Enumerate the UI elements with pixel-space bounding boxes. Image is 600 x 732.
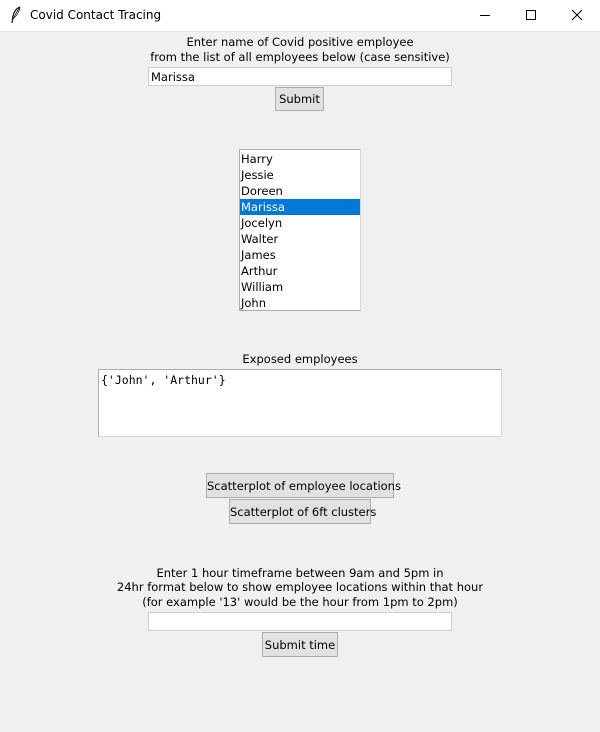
- time-prompt-line-2: 24hr format below to show employee locat…: [116, 580, 484, 594]
- employee-list-item[interactable]: John: [240, 295, 360, 311]
- employee-list-item[interactable]: Walter: [240, 231, 360, 247]
- employee-list-item[interactable]: Arthur: [240, 263, 360, 279]
- employee-list-item[interactable]: Marissa: [240, 199, 360, 215]
- feather-icon: [10, 6, 22, 24]
- maximize-button[interactable]: [508, 0, 554, 31]
- minimize-icon: [480, 15, 490, 16]
- window-title: Covid Contact Tracing: [30, 8, 162, 22]
- employee-name-input[interactable]: [148, 67, 452, 86]
- close-icon: [571, 9, 583, 21]
- exposed-employees-label: Exposed employees: [242, 352, 358, 366]
- time-prompt-line-3: (for example '13' would be the hour from…: [142, 595, 458, 609]
- submit-time-button[interactable]: Submit time: [262, 632, 338, 657]
- maximize-icon: [526, 10, 536, 20]
- employee-list-item[interactable]: Doreen: [240, 183, 360, 199]
- employee-list-item[interactable]: Harry: [240, 151, 360, 167]
- employee-list-item[interactable]: Jocelyn: [240, 215, 360, 231]
- submit-button[interactable]: Submit: [275, 87, 324, 111]
- time-prompt-line-1: Enter 1 hour timeframe between 9am and 5…: [156, 566, 444, 580]
- exposed-employees-textbox[interactable]: {'John', 'Arthur'}: [98, 369, 502, 437]
- minimize-button[interactable]: [462, 0, 508, 31]
- title-bar[interactable]: Covid Contact Tracing: [0, 0, 600, 32]
- employee-listbox[interactable]: Harry Jessie Doreen Marissa Jocelyn Walter Jam…: [239, 149, 361, 311]
- employee-list-item[interactable]: William: [240, 279, 360, 295]
- scatterplot-clusters-button[interactable]: Scatterplot of 6ft clusters: [229, 499, 376, 524]
- timeframe-input[interactable]: [148, 612, 452, 631]
- close-button[interactable]: [554, 0, 600, 31]
- employee-list-item[interactable]: James: [240, 247, 360, 263]
- employee-prompt-line-1: Enter name of Covid positive employee: [186, 35, 414, 49]
- employee-list-item[interactable]: Jessie: [240, 167, 360, 183]
- employee-prompt-line-2: from the list of all employees below (ca…: [150, 50, 450, 64]
- scatterplot-locations-button[interactable]: Scatterplot of employee locations: [206, 473, 401, 498]
